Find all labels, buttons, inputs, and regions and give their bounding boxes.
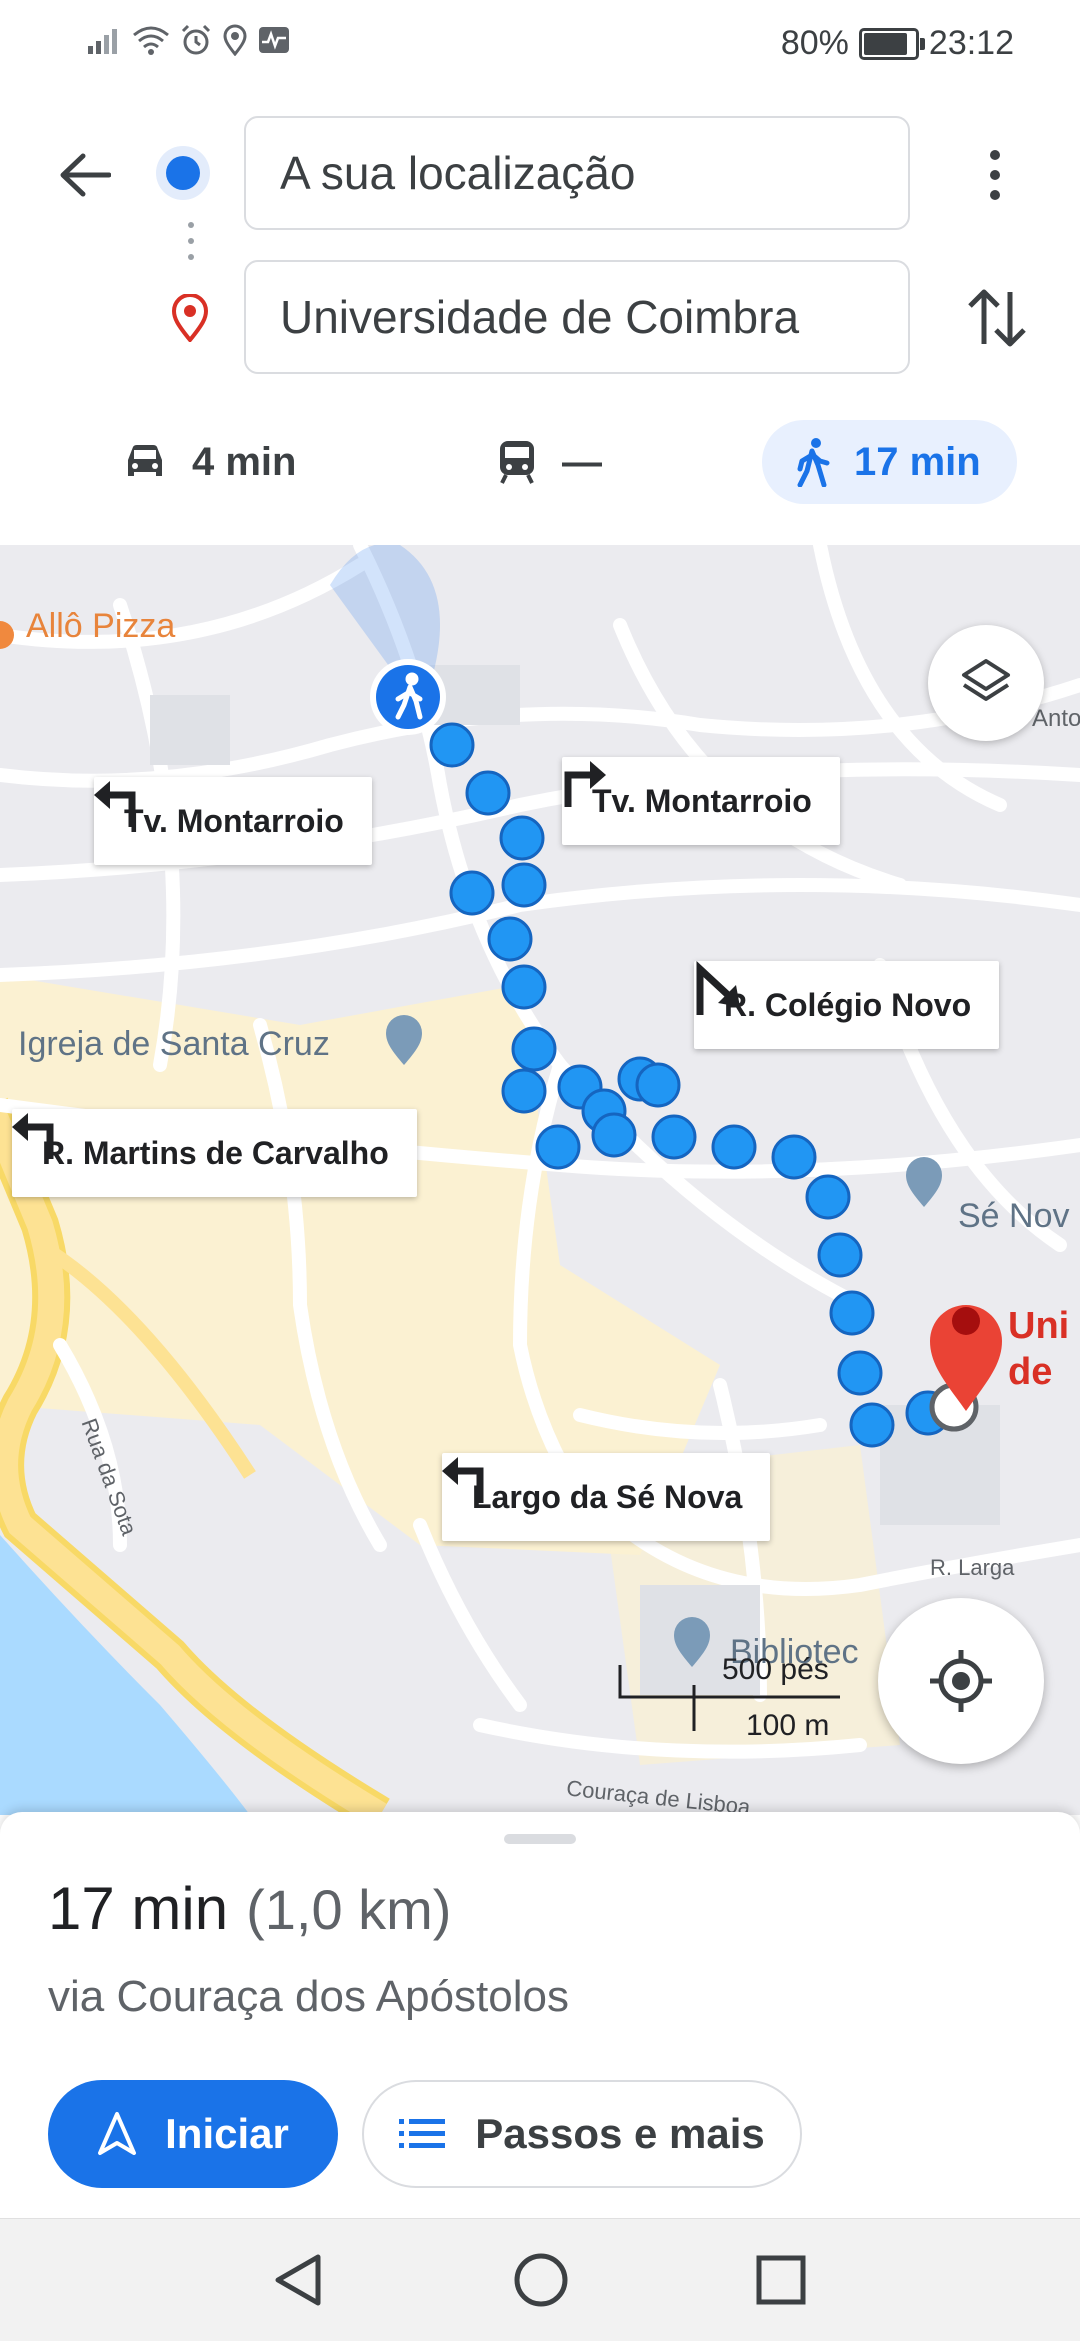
sheet-drag-handle[interactable] [504, 1834, 576, 1844]
start-navigation-label: Iniciar [165, 2110, 289, 2157]
turn-left-icon [12, 1113, 54, 1159]
start-navigation-button[interactable]: Iniciar [48, 2080, 338, 2188]
steps-button[interactable]: Passos e mais [362, 2080, 802, 2188]
nav-recents-button[interactable] [754, 2253, 808, 2312]
place-cathedral[interactable]: Sé Nov [958, 1197, 1070, 1236]
turn-label-3-text: R. Colégio Novo [724, 986, 972, 1023]
turn-label-5-text: Largo da Sé Nova [472, 1478, 743, 1515]
mode-transit[interactable]: — [496, 420, 602, 504]
system-nav-bar [0, 2218, 1080, 2341]
wifi-icon [133, 26, 169, 55]
turn-left-icon [442, 1457, 484, 1503]
crosshair-icon [930, 1650, 992, 1712]
route-duration-row: 17 min (1,0 km) [48, 1874, 451, 1943]
status-bar: 80% 23:12 [0, 0, 1080, 90]
scale-feet: 500 pés [722, 1653, 829, 1686]
mode-walk-label: 17 min [854, 439, 981, 484]
street-r-larga: R. Larga [930, 1555, 1015, 1580]
turn-label-2[interactable]: Tv. Montarroio [562, 757, 840, 845]
mode-transit-label: — [562, 439, 602, 484]
turn-label-5[interactable]: Largo da Sé Nova [442, 1453, 771, 1541]
layers-button[interactable] [928, 625, 1044, 741]
layers-icon [962, 659, 1010, 701]
place-pizza[interactable]: Allô Pizza [26, 607, 175, 646]
route-duration: 17 min [48, 1875, 229, 1942]
street-anto: Anto [1032, 705, 1080, 732]
alarm-icon [181, 24, 211, 55]
circle-home-icon [514, 2253, 568, 2307]
walk-icon [797, 438, 830, 487]
mode-walk[interactable]: 17 min [762, 420, 1017, 504]
origin-input[interactable]: A sua localização [244, 116, 910, 230]
steps-label: Passos e mais [475, 2110, 765, 2157]
location-icon [223, 24, 247, 56]
turn-label-1-text: Tv. Montarroio [124, 802, 344, 839]
nav-back-button[interactable] [270, 2251, 326, 2314]
signal-icon [88, 29, 117, 54]
turn-right-icon [564, 761, 606, 807]
turn-label-2-text: Tv. Montarroio [592, 782, 812, 819]
status-right: 80% 23:12 [781, 24, 1014, 63]
turn-label-4[interactable]: R. Martins de Carvalho [12, 1109, 417, 1197]
navigation-arrow-icon [98, 2112, 137, 2155]
route-via: via Couraça dos Apóstolos [48, 1972, 569, 2021]
train-icon [500, 441, 534, 484]
place-church[interactable]: Igreja de Santa Cruz [18, 1025, 330, 1064]
turn-label-3[interactable]: R. Colégio Novo [694, 961, 1000, 1049]
car-icon [128, 445, 162, 476]
destination-pin-icon [170, 293, 210, 347]
destination-input[interactable]: Universidade de Coimbra [244, 260, 910, 374]
status-icons [86, 24, 290, 56]
scale-meters: 100 m [746, 1709, 830, 1742]
battery-icon [858, 27, 925, 60]
turn-slight-right-icon [696, 961, 740, 1015]
battery-percent: 80% [780, 24, 849, 62]
arrow-left-icon [60, 153, 111, 197]
route-distance: (1,0 km) [246, 1878, 452, 1941]
place-destination[interactable]: Uni de [1008, 1303, 1069, 1395]
list-icon [399, 2119, 446, 2148]
more-vert-icon [990, 150, 1000, 160]
route-connector [188, 222, 194, 260]
turn-label-4-text: R. Martins de Carvalho [42, 1134, 389, 1171]
swap-button[interactable] [962, 282, 1032, 354]
origin-dot-icon [166, 156, 200, 190]
turn-left-icon [94, 781, 136, 827]
square-recents-icon [756, 2255, 806, 2305]
turn-label-1[interactable]: Tv. Montarroio [94, 777, 372, 865]
activity-icon [259, 27, 289, 53]
mode-car-label: 4 min [192, 439, 297, 484]
clock: 23:12 [928, 24, 1014, 62]
nav-home-button[interactable] [512, 2251, 570, 2314]
more-options-button[interactable] [970, 140, 1020, 210]
swap-vertical-icon [968, 289, 1026, 347]
back-button[interactable] [50, 140, 120, 210]
triangle-back-icon [275, 2254, 321, 2306]
my-location-button[interactable] [878, 1598, 1044, 1764]
mode-car[interactable]: 4 min [122, 420, 296, 504]
